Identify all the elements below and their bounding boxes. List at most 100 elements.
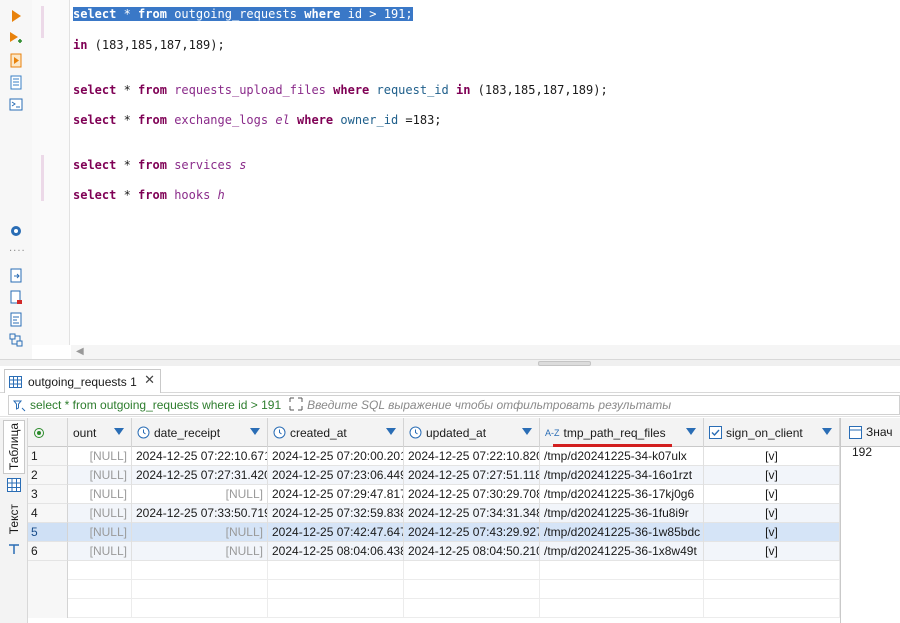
toolbar-more-dots[interactable]: ···· (9, 246, 26, 257)
table-cell[interactable]: /tmp/d20241225-36-17kj0g6 (540, 485, 704, 504)
table-cell[interactable]: [NULL] (68, 447, 132, 466)
horizontal-scrollbar[interactable]: ◀ (71, 345, 900, 359)
execute-icon[interactable] (7, 7, 25, 25)
format-icon[interactable] (7, 310, 25, 328)
sort-arrow-icon[interactable] (522, 428, 532, 435)
table-cell[interactable]: 2024-12-25 07:22:10.671 (132, 447, 268, 466)
row-number[interactable]: 2 (28, 466, 68, 485)
table-row[interactable]: [NULL] 2024-12-25 07:33:50.719 2024-12-25 … (68, 504, 840, 523)
execute-statement-icon[interactable] (7, 29, 25, 47)
code-line[interactable]: in (183,185,187,189); (73, 36, 225, 54)
view-side-tabs: Таблица Текст (0, 418, 28, 623)
layout-icon[interactable] (7, 331, 25, 349)
table-row[interactable]: [NULL] 2024-12-25 07:27:31.420 2024-12-25 … (68, 466, 840, 485)
table-row[interactable]: [NULL] 2024-12-25 07:22:10.671 2024-12-25 … (68, 447, 840, 466)
table-cell[interactable]: 2024-12-25 07:34:31.348 (404, 504, 540, 523)
table-cell[interactable]: /tmp/d20241225-34-k07ulx (540, 447, 704, 466)
filter-input[interactable]: select * from outgoing_requests where id… (8, 395, 900, 415)
terminal-icon[interactable] (7, 95, 25, 113)
clock-icon (137, 426, 150, 439)
table-cell[interactable]: 2024-12-25 07:29:47.817 (268, 485, 404, 504)
code-line[interactable]: select * from hooks h (73, 186, 225, 204)
code-line[interactable]: select * from services s (73, 156, 246, 174)
table-cell[interactable]: 2024-12-25 07:20:00.201 (268, 447, 404, 466)
code-token-kw: from (138, 83, 167, 97)
scroll-left-icon[interactable]: ◀ (76, 345, 84, 359)
row-number[interactable]: 1 (28, 447, 68, 466)
table-row[interactable]: [NULL] [NULL] 2024-12-25 08:04:06.438 2024-… (68, 542, 840, 561)
column-header-updated-at[interactable]: updated_at (404, 418, 540, 447)
table-cell[interactable]: 2024-12-25 07:32:59.838 (268, 504, 404, 523)
table-cell[interactable]: 2024-12-25 07:30:29.708 (404, 485, 540, 504)
column-header-sign-on-client[interactable]: sign_on_client (704, 418, 840, 447)
sort-arrow-icon[interactable] (386, 428, 396, 435)
row-number[interactable]: 5 (28, 523, 68, 542)
table-cell[interactable]: [NULL] (68, 542, 132, 561)
code-line[interactable]: select * from outgoing_requests where id… (73, 5, 413, 23)
code-text: in (183,185,187,189); (73, 38, 225, 52)
table-cell[interactable]: [v] (704, 447, 840, 466)
code-area[interactable]: select * from outgoing_requests where id… (71, 0, 900, 345)
table-cell[interactable]: 2024-12-25 07:33:50.719 (132, 504, 268, 523)
column-header-count[interactable]: ount (68, 418, 132, 447)
column-header-date-receipt[interactable]: date_receipt (132, 418, 268, 447)
value-panel-value: 192 (852, 445, 873, 459)
sort-arrow-icon[interactable] (114, 428, 124, 435)
tab-outgoing-requests[interactable]: outgoing_requests 1 ✕ (4, 369, 161, 393)
table-cell[interactable]: 2024-12-25 07:23:06.449 (268, 466, 404, 485)
table-cell[interactable]: [NULL] (68, 485, 132, 504)
script-icon[interactable] (7, 51, 25, 69)
table-cell[interactable]: /tmp/d20241225-34-16o1rzt (540, 466, 704, 485)
tab-text[interactable]: Текст (3, 498, 25, 540)
table-cell[interactable]: [v] (704, 504, 840, 523)
close-icon[interactable]: ✕ (144, 373, 155, 388)
value-panel-header[interactable]: Знач (841, 418, 900, 447)
sort-arrow-icon[interactable] (686, 428, 696, 435)
column-header-created-at[interactable]: created_at (268, 418, 404, 447)
table-cell[interactable]: 2024-12-25 07:27:51.118 (404, 466, 540, 485)
table-cell[interactable]: 2024-12-25 08:04:06.438 (268, 542, 404, 561)
table-cell[interactable]: [v] (704, 542, 840, 561)
table-cell[interactable]: /tmp/d20241225-36-1fu8i9r (540, 504, 704, 523)
row-number[interactable]: 4 (28, 504, 68, 523)
export-icon[interactable] (7, 266, 25, 284)
expand-filter-icon[interactable] (289, 397, 303, 414)
table-cell[interactable]: [NULL] (132, 523, 268, 542)
table-cell[interactable]: 2024-12-25 07:22:10.820 (404, 447, 540, 466)
table-cell[interactable]: [NULL] (68, 466, 132, 485)
table-cell[interactable]: [NULL] (68, 523, 132, 542)
table-cell[interactable]: 2024-12-25 07:42:47.647 (268, 523, 404, 542)
table-cell[interactable]: 2024-12-25 08:04:50.210 (404, 542, 540, 561)
table-cell[interactable]: 2024-12-25 07:43:29.927 (404, 523, 540, 542)
column-header-tmp-path-req-files[interactable]: A-Z tmp_path_req_files (540, 418, 704, 447)
table-cell[interactable]: [NULL] (68, 504, 132, 523)
sort-arrow-icon[interactable] (822, 428, 832, 435)
grid-view-icon[interactable] (3, 475, 25, 495)
table-cell[interactable]: /tmp/d20241225-36-1x8w49t (540, 542, 704, 561)
sort-arrow-icon[interactable] (250, 428, 260, 435)
tab-table[interactable]: Таблица (3, 420, 25, 474)
row-number[interactable]: 3 (28, 485, 68, 504)
table-cell[interactable]: [v] (704, 523, 840, 542)
explain-icon[interactable] (7, 73, 25, 91)
code-token-alias: el (275, 113, 290, 127)
text-view-icon[interactable] (3, 540, 25, 558)
table-cell[interactable]: [v] (704, 466, 840, 485)
new-script-icon[interactable] (7, 288, 25, 306)
table-row[interactable]: [NULL] [NULL] 2024-12-25 07:29:47.817 2024-… (68, 485, 840, 504)
code-line[interactable]: select * from requests_upload_files wher… (73, 81, 608, 99)
table-row[interactable]: [NULL] [NULL] 2024-12-25 07:42:47.647 2024-… (68, 523, 840, 542)
row-number[interactable]: 6 (28, 542, 68, 561)
panel-splitter[interactable] (0, 359, 900, 366)
settings-icon[interactable] (7, 222, 25, 240)
row-number-header[interactable] (28, 418, 68, 447)
table-cell[interactable]: 2024-12-25 07:27:31.420 (132, 466, 268, 485)
table-cell[interactable]: [NULL] (132, 485, 268, 504)
code-text: select * from services s (73, 158, 246, 172)
select-all-icon (34, 427, 44, 438)
table-cell[interactable]: [NULL] (132, 542, 268, 561)
table-cell[interactable]: [v] (704, 485, 840, 504)
table-cell[interactable]: /tmp/d20241225-36-1w85bdc (540, 523, 704, 542)
code-line[interactable]: select * from exchange_logs el where own… (73, 111, 442, 129)
grid-column-line (267, 561, 268, 580)
